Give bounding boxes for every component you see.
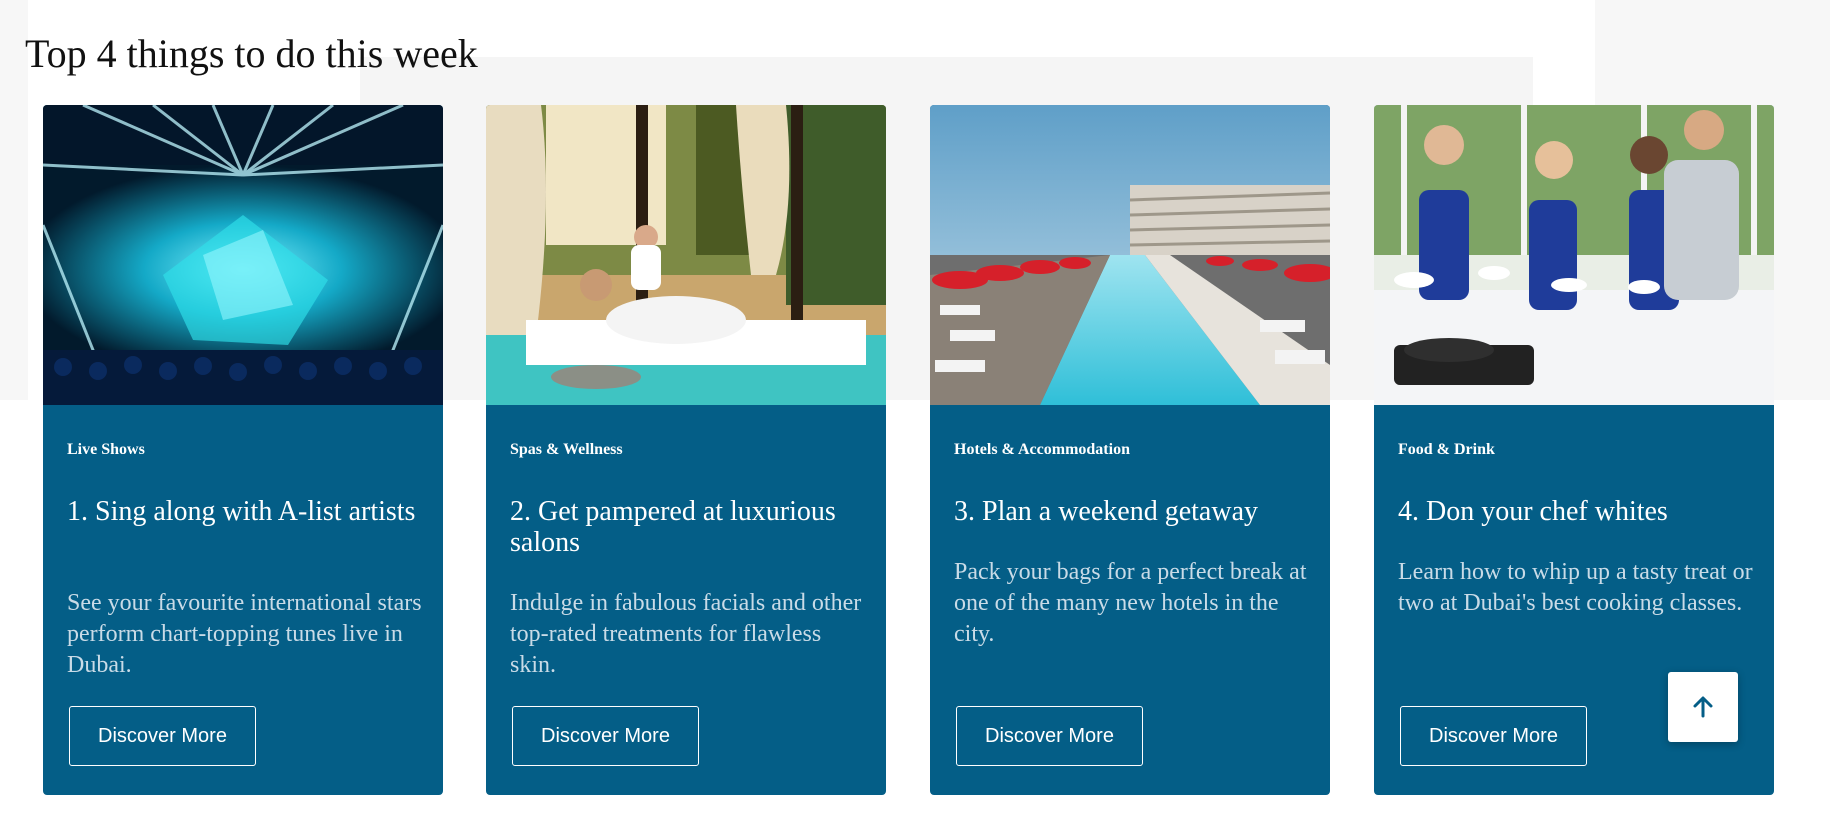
card-title[interactable]: 4. Don your chef whites [1398, 496, 1758, 527]
discover-more-button[interactable]: Discover More [512, 706, 699, 766]
card-title[interactable]: 1. Sing along with A-list artists [67, 496, 427, 527]
hotel-pool-image [930, 105, 1330, 405]
section-title: Top 4 things to do this week [25, 31, 478, 76]
card-image-concert[interactable] [43, 105, 443, 405]
card-category: Food & Drink [1398, 441, 1495, 458]
scroll-to-top-button[interactable] [1668, 672, 1738, 742]
card-list: Live Shows 1. Sing along with A-list art… [43, 105, 1775, 795]
concert-image [43, 105, 443, 405]
card-description: Indulge in fabulous facials and other to… [510, 590, 862, 678]
event-card[interactable]: Live Shows 1. Sing along with A-list art… [43, 105, 443, 795]
card-title[interactable]: 2. Get pampered at luxurious salons [510, 496, 870, 558]
card-image-spa[interactable] [486, 105, 886, 405]
background-decoration [0, 0, 28, 400]
card-description: Pack your bags for a perfect break at on… [954, 559, 1307, 647]
card-description: Learn how to whip up a tasty treat or tw… [1398, 559, 1753, 616]
arrow-up-icon [1693, 696, 1713, 718]
discover-more-button[interactable]: Discover More [956, 706, 1143, 766]
event-card[interactable]: Hotels & Accommodation 3. Plan a weekend… [930, 105, 1330, 795]
event-card[interactable]: Spas & Wellness 2. Get pampered at luxur… [486, 105, 886, 795]
discover-more-button[interactable]: Discover More [69, 706, 256, 766]
card-category: Hotels & Accommodation [954, 441, 1130, 458]
card-image-hotel[interactable] [930, 105, 1330, 405]
card-category: Spas & Wellness [510, 441, 623, 458]
cooking-class-image [1374, 105, 1774, 405]
card-description: See your favourite international stars p… [67, 590, 422, 678]
discover-more-button[interactable]: Discover More [1400, 706, 1587, 766]
card-image-cooking[interactable] [1374, 105, 1774, 405]
card-title[interactable]: 3. Plan a weekend getaway [954, 496, 1314, 527]
card-category: Live Shows [67, 441, 145, 458]
spa-image [486, 105, 886, 405]
